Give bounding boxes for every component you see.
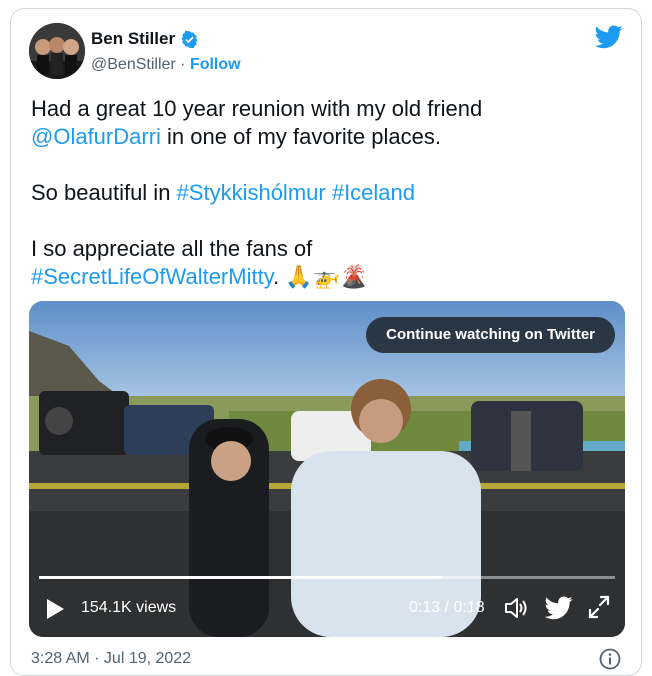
tweet-line-5: . (273, 264, 286, 289)
author-display-name[interactable]: Ben Stiller (91, 29, 175, 49)
author-handle-row: @BenStiller · Follow (91, 56, 241, 74)
handle-separator: · (175, 56, 190, 73)
tweet-line-1: Had a great 10 year reunion with my old … (31, 96, 483, 121)
hashtag-walter-mitty[interactable]: #SecretLifeOfWalterMitty (31, 264, 273, 289)
tweet-card: Ben Stiller @BenStiller · Follow Had a g… (10, 8, 642, 676)
follow-button[interactable]: Follow (190, 56, 241, 73)
tweet-line-4: I so appreciate all the fans of (31, 236, 313, 261)
author-name-row: Ben Stiller (91, 29, 199, 49)
view-count: 154.1K views (81, 599, 177, 616)
tweet-timestamp[interactable]: 3:28 AM · Jul 19, 2022 (31, 650, 191, 668)
mention-link[interactable]: @OlafurDarri (31, 124, 161, 149)
hashtag-iceland[interactable]: #Iceland (332, 180, 415, 205)
author-handle[interactable]: @BenStiller (91, 56, 176, 73)
info-icon[interactable] (599, 648, 621, 670)
video-progress-bar[interactable] (39, 576, 615, 579)
video-progress-fill (39, 576, 443, 579)
volume-icon[interactable] (503, 595, 529, 621)
twitter-bird-icon[interactable] (595, 25, 623, 49)
emoji-group: 🙏🚁🌋 (285, 264, 368, 289)
tweet-line-2: in one of my favorite places. (160, 124, 441, 149)
twitter-bird-icon[interactable] (545, 595, 573, 621)
tweet-line-3: So beautiful in (31, 180, 177, 205)
avatar[interactable] (29, 23, 85, 79)
play-icon[interactable] (45, 598, 65, 620)
video-player[interactable]: Continue watching on Twitter 154.1K view… (29, 301, 625, 637)
fullscreen-icon[interactable] (587, 594, 611, 620)
verified-badge-icon (181, 30, 198, 48)
video-time: 0:13 / 0:18 (409, 599, 485, 616)
hashtag-stykkisholmur[interactable]: #Stykkishólmur (177, 180, 326, 205)
tweet-text: Had a great 10 year reunion with my old … (31, 95, 631, 291)
video-controls: 154.1K views 0:13 / 0:18 (29, 581, 625, 637)
continue-watching-button[interactable]: Continue watching on Twitter (366, 317, 615, 353)
